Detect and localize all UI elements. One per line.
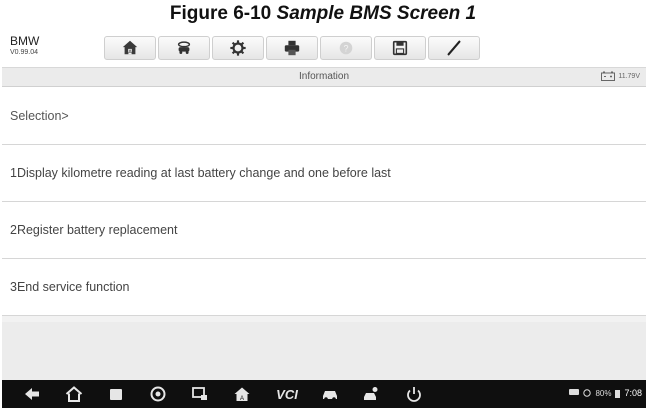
selection-header: Selection>	[2, 87, 646, 145]
vehicle-swap-button[interactable]	[158, 36, 210, 60]
power-icon	[407, 387, 421, 402]
help-button[interactable]: ?	[320, 36, 372, 60]
notification-icon	[583, 389, 592, 397]
status-area: 80% 7:08	[569, 388, 642, 398]
vci-button[interactable]: VCI	[272, 385, 302, 403]
battery-status-icon	[615, 389, 621, 398]
battery-percent: 80%	[595, 388, 612, 398]
save-button[interactable]	[374, 36, 426, 60]
caption-prefix: Figure 6-10	[169, 3, 277, 24]
car-icon	[323, 391, 337, 401]
screenshot-icon	[192, 387, 207, 400]
home-icon	[65, 386, 83, 402]
figure-caption: Figure 6-10 Sample BMS Screen 1	[0, 0, 646, 30]
settings-button[interactable]	[212, 36, 264, 60]
svg-text:A: A	[128, 49, 132, 55]
save-icon	[392, 40, 408, 56]
software-version: V0.99.04	[10, 49, 39, 56]
back-button[interactable]	[22, 385, 42, 403]
list-item-end-service[interactable]: 3End service function	[2, 259, 646, 316]
svg-text:?: ?	[343, 44, 348, 54]
autel-home-button[interactable]: A	[232, 385, 252, 403]
list-item-display-km[interactable]: 1Display kilometre reading at last batte…	[2, 145, 646, 202]
recent-apps-icon	[110, 389, 122, 400]
print-button[interactable]	[266, 36, 318, 60]
vehicle-info: BMW V0.99.04	[10, 35, 90, 58]
recent-apps-button[interactable]	[106, 385, 126, 403]
browser-icon	[150, 386, 166, 402]
edit-button[interactable]	[428, 36, 480, 60]
home-nav-button[interactable]	[64, 385, 84, 403]
battery-voltage: 11.79V	[618, 72, 640, 80]
battery-voltage-indicator: 11.79V	[601, 71, 640, 81]
settings-icon	[230, 40, 246, 56]
back-icon	[25, 388, 39, 400]
screenshot-button[interactable]	[190, 385, 210, 403]
car-person-button[interactable]	[362, 385, 382, 403]
svg-text:A: A	[240, 396, 244, 402]
top-toolbar: BMW V0.99.04 A ?	[2, 30, 646, 68]
function-list: Selection> 1Display kilometre reading at…	[2, 87, 646, 316]
home-button[interactable]: A	[104, 36, 156, 60]
android-nav-bar: A VCI 80% 7:08	[2, 380, 646, 408]
empty-area	[2, 322, 646, 380]
vehicle-swap-icon	[177, 41, 191, 54]
edit-icon	[447, 40, 461, 56]
autel-home-icon: A	[234, 387, 250, 402]
vci-icon: VCI	[276, 386, 298, 402]
info-title-bar: Information 11.79V	[2, 68, 646, 87]
home-icon: A	[122, 40, 138, 55]
diagnostic-screen: BMW V0.99.04 A ? Information 11.79V Sele…	[2, 30, 646, 408]
print-icon	[284, 40, 300, 56]
vehicle-make: BMW	[10, 34, 40, 48]
clock-time: 7:08	[624, 388, 642, 398]
message-icon	[569, 389, 580, 395]
battery-icon	[601, 71, 616, 81]
caption-title: Sample BMS Screen 1	[276, 3, 477, 24]
page-title: Information	[298, 71, 350, 82]
car-button[interactable]	[320, 385, 340, 403]
browser-button[interactable]	[148, 385, 168, 403]
car-person-icon	[364, 387, 378, 400]
list-item-register-battery[interactable]: 2Register battery replacement	[2, 202, 646, 259]
power-button[interactable]	[404, 385, 424, 403]
help-icon: ?	[339, 41, 353, 55]
